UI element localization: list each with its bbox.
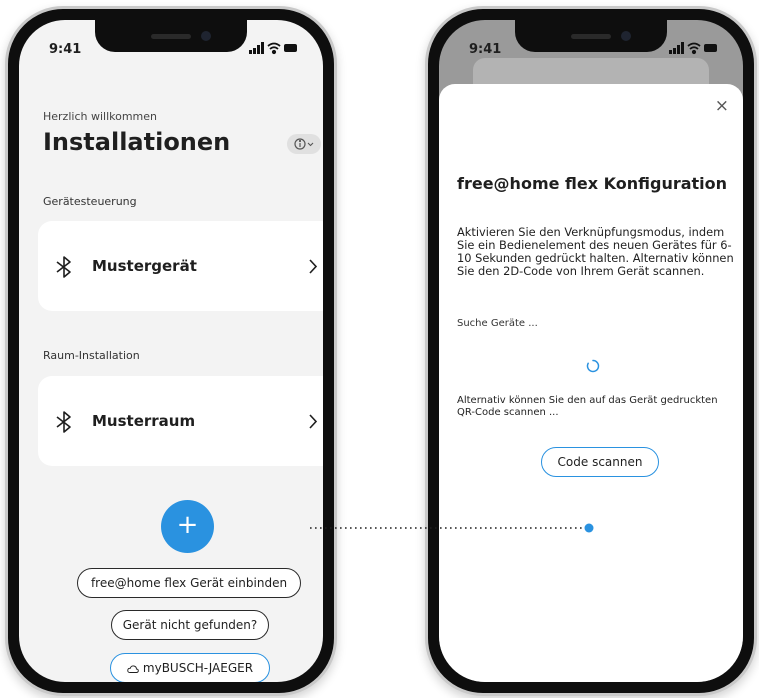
section-label-raum-installation: Raum-Installation — [43, 349, 140, 362]
room-card-musterraum[interactable]: Musterraum — [38, 376, 323, 466]
battery-icon — [284, 44, 297, 52]
chevron-down-icon — [307, 142, 314, 147]
cloud-icon — [127, 664, 139, 673]
phone-frame-left: 9:41 Herzlich willkommen Installationen … — [5, 6, 337, 696]
signal-icon — [249, 42, 264, 54]
configuration-screen: 9:41 × free@home flex Konfiguration Akti… — [439, 20, 743, 682]
wifi-icon — [267, 42, 281, 55]
mybusch-jaeger-button[interactable]: myBUSCH-JAEGER — [110, 653, 270, 682]
close-icon[interactable]: × — [715, 96, 729, 116]
card-label: Musterraum — [92, 412, 196, 430]
instructions-text: Aktivieren Sie den Verknüpfungsmodus, in… — [457, 225, 734, 278]
signal-icon — [669, 42, 684, 54]
device-card-mustergeraet[interactable]: Mustergerät — [38, 221, 323, 311]
status-time: 9:41 — [49, 42, 82, 57]
status-icons — [669, 42, 717, 55]
section-label-geraetesteuerung: Gerätesteuerung — [43, 195, 137, 208]
info-icon — [294, 138, 306, 150]
loading-spinner-icon — [586, 359, 600, 373]
bluetooth-icon — [56, 256, 71, 278]
configuration-sheet: × free@home flex Konfiguration Aktiviere… — [439, 84, 743, 682]
scan-code-button[interactable]: Code scannen — [541, 447, 659, 477]
card-label: Mustergerät — [92, 257, 197, 275]
wifi-icon — [687, 42, 701, 55]
sheet-title: free@home flex Konfiguration — [457, 174, 728, 193]
plus-icon: + — [176, 510, 199, 540]
phone-frame-right: 9:41 × free@home flex Konfiguration Akti… — [425, 6, 757, 696]
chevron-right-icon — [309, 259, 318, 274]
status-time: 9:41 — [469, 42, 502, 57]
device-not-found-button[interactable]: Gerät nicht gefunden? — [111, 610, 269, 640]
status-icons — [249, 42, 297, 55]
installations-screen: 9:41 Herzlich willkommen Installationen … — [19, 20, 323, 682]
add-button[interactable]: + — [161, 500, 214, 553]
notch — [95, 20, 247, 52]
chevron-right-icon — [309, 414, 318, 429]
alternative-text: Alternativ können Sie den auf das Gerät … — [457, 395, 718, 418]
greeting: Herzlich willkommen — [43, 110, 158, 123]
info-button[interactable] — [287, 134, 321, 154]
bluetooth-icon — [56, 411, 71, 433]
page-title: Installationen — [43, 128, 231, 156]
add-device-button[interactable]: free@home flex Gerät einbinden — [77, 568, 301, 598]
flow-connector — [310, 523, 594, 533]
mybusch-jaeger-label: myBUSCH-JAEGER — [142, 661, 254, 675]
notch — [515, 20, 667, 52]
battery-icon — [704, 44, 717, 52]
searching-status: Suche Geräte ... — [457, 318, 538, 329]
